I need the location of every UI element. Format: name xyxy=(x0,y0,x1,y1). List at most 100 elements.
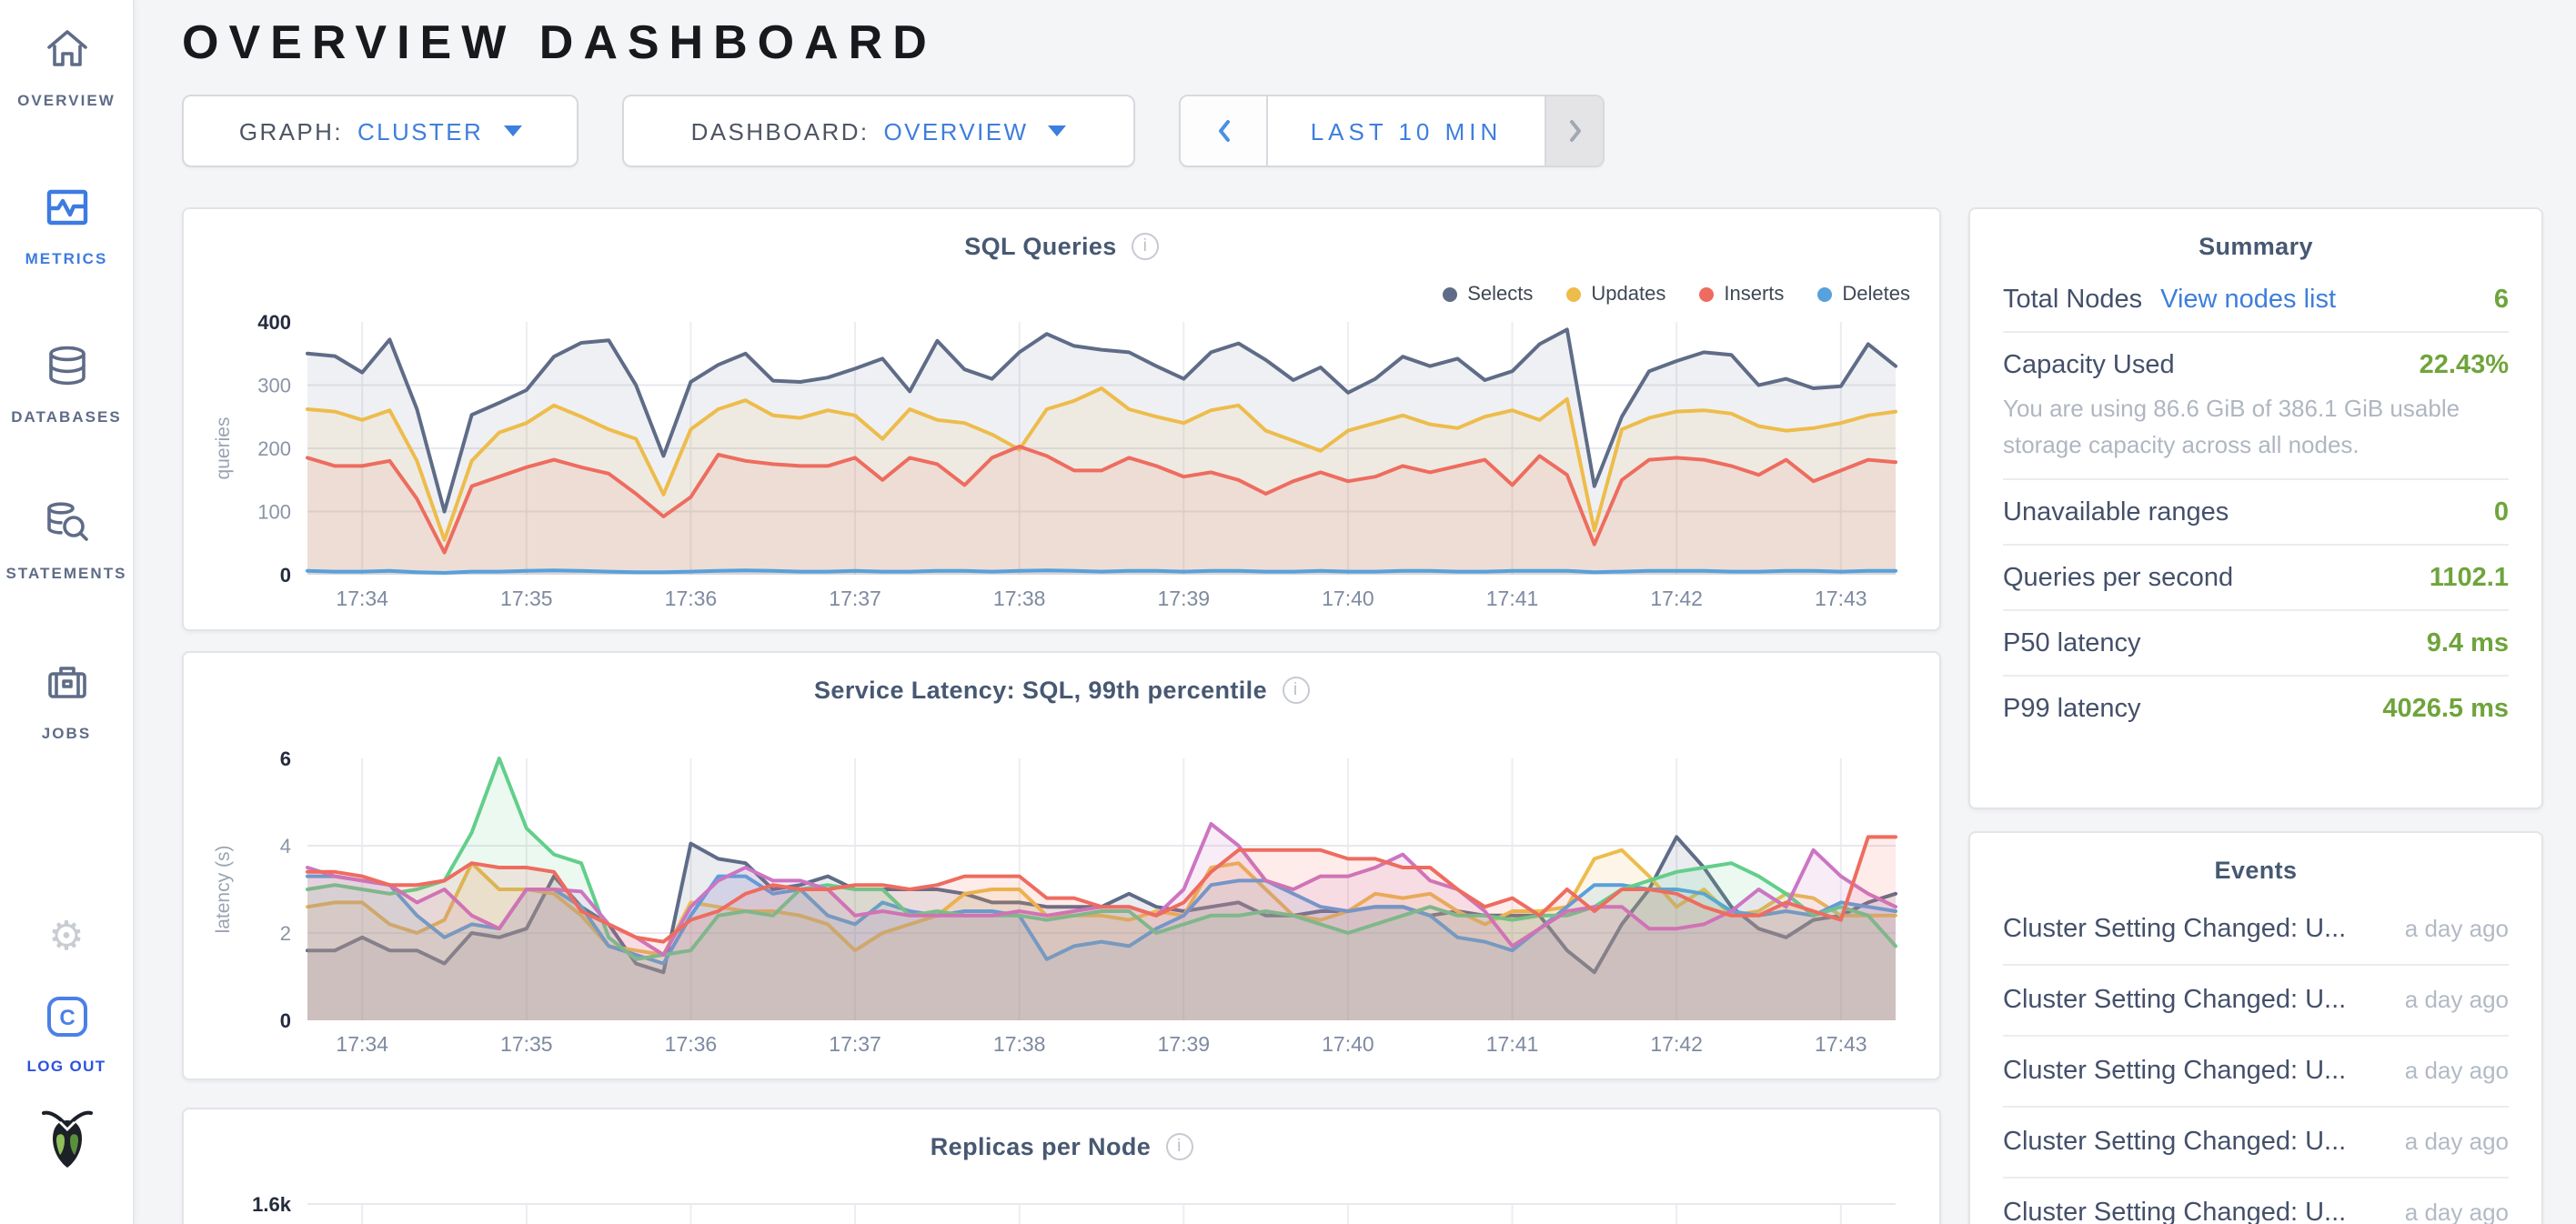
svg-text:17:38: 17:38 xyxy=(993,587,1046,610)
legend-dot xyxy=(1816,287,1831,302)
time-range-prev-button[interactable] xyxy=(1181,96,1268,166)
time-range-selector: LAST 10 MIN xyxy=(1179,95,1605,167)
svg-text:17:41: 17:41 xyxy=(1486,587,1539,610)
chart-legend: Selects Updates Inserts Deletes xyxy=(1409,284,1910,306)
legend-dot xyxy=(1442,287,1456,302)
page-title: OVERVIEW DASHBOARD xyxy=(182,15,937,71)
summary-value: 22.43% xyxy=(2420,351,2509,380)
view-nodes-list-link[interactable]: View nodes list xyxy=(2160,286,2336,315)
metrics-graph-icon xyxy=(43,184,90,231)
replicas-per-node-chart: 1.6k xyxy=(206,1189,1917,1224)
svg-text:17:43: 17:43 xyxy=(1815,1032,1867,1056)
sql-queries-chart: 17:3417:3517:3617:3717:3817:3917:4017:41… xyxy=(206,307,1917,615)
summary-title: Summary xyxy=(2199,233,2313,260)
legend-item: Inserts xyxy=(1698,284,1784,306)
chart-title: SQL Queries xyxy=(964,233,1116,260)
svg-text:queries: queries xyxy=(213,417,234,480)
jobs-briefcase-icon xyxy=(43,658,90,706)
dashboard-dropdown[interactable]: DASHBOARD: OVERVIEW xyxy=(622,95,1135,167)
summary-value: 1102.1 xyxy=(2430,564,2509,593)
legend-dot xyxy=(1565,287,1580,302)
svg-text:300: 300 xyxy=(257,375,291,397)
svg-text:200: 200 xyxy=(257,437,291,460)
events-panel: Events Cluster Setting Changed: U... a d… xyxy=(1968,831,2543,1224)
svg-text:17:40: 17:40 xyxy=(1322,1032,1374,1056)
chart-title: Replicas per Node xyxy=(931,1133,1151,1160)
sidebar-item-jobs[interactable]: JOBS xyxy=(0,658,133,742)
sidebar-item-overview[interactable]: OVERVIEW xyxy=(0,25,133,109)
event-row[interactable]: Cluster Setting Changed: U... a day ago xyxy=(2003,964,2509,1035)
sidebar-item-metrics[interactable]: METRICS xyxy=(0,184,133,267)
svg-text:0: 0 xyxy=(280,1009,291,1032)
statements-search-icon xyxy=(43,498,90,546)
cockroach-c-icon: C xyxy=(43,993,90,1040)
database-icon xyxy=(43,342,90,389)
svg-text:17:34: 17:34 xyxy=(336,1032,388,1056)
svg-text:17:43: 17:43 xyxy=(1815,587,1867,610)
svg-text:17:40: 17:40 xyxy=(1322,587,1374,610)
sidebar-item-databases[interactable]: DATABASES xyxy=(0,342,133,426)
summary-panel: Summary Total Nodes View nodes list 6 Ca… xyxy=(1968,207,2543,809)
sidebar-item-statements[interactable]: STATEMENTS xyxy=(0,498,133,582)
svg-text:17:39: 17:39 xyxy=(1158,587,1211,610)
graph-dropdown[interactable]: GRAPH: CLUSTER xyxy=(182,95,579,167)
capacity-used-subtext: You are using 86.6 GiB of 386.1 GiB usab… xyxy=(2003,391,2509,462)
events-title: Events xyxy=(2215,857,2298,884)
svg-text:6: 6 xyxy=(280,747,291,770)
cockroachdb-logo[interactable] xyxy=(0,1106,133,1180)
toolbar: GRAPH: CLUSTER DASHBOARD: OVERVIEW LAST … xyxy=(182,95,1605,167)
service-latency-chart: 17:34 17:35 17:36 17:37 17:38 17:39 17:40 17:41… xyxy=(206,744,1917,1060)
time-range-next-button[interactable] xyxy=(1545,96,1603,166)
home-icon xyxy=(43,25,90,73)
chart-title: Service Latency: SQL, 99th percentile xyxy=(814,677,1267,704)
summary-row-qps: Queries per second 1102.1 xyxy=(2003,544,2509,609)
sidebar-item-label: METRICS xyxy=(0,249,133,267)
summary-value: 9.4 ms xyxy=(2427,629,2509,658)
event-row[interactable]: Cluster Setting Changed: U... a day ago xyxy=(2003,1035,2509,1106)
replicas-per-node-card: Replicas per Node i 1.6k xyxy=(182,1108,1941,1224)
summary-value: 0 xyxy=(2494,498,2509,527)
summary-row-unavailable-ranges: Unavailable ranges 0 xyxy=(2003,478,2509,544)
svg-text:17:39: 17:39 xyxy=(1158,1032,1211,1056)
info-icon[interactable]: i xyxy=(1165,1133,1192,1160)
svg-text:100: 100 xyxy=(257,501,291,524)
svg-text:17:42: 17:42 xyxy=(1650,1032,1703,1056)
svg-text:17:35: 17:35 xyxy=(500,1032,553,1056)
legend-item: Updates xyxy=(1565,284,1665,306)
logout-button[interactable]: C LOG OUT xyxy=(0,993,133,1075)
event-row[interactable]: Cluster Setting Changed: U... a day ago xyxy=(2003,1177,2509,1224)
svg-text:C: C xyxy=(58,1006,74,1030)
svg-text:17:38: 17:38 xyxy=(993,1032,1046,1056)
time-range-value[interactable]: LAST 10 MIN xyxy=(1268,96,1545,166)
svg-text:2: 2 xyxy=(280,922,291,945)
legend-dot xyxy=(1698,287,1713,302)
sidebar-item-label: DATABASES xyxy=(0,407,133,426)
summary-row-p50: P50 latency 9.4 ms xyxy=(2003,609,2509,675)
svg-text:1.6k: 1.6k xyxy=(252,1193,292,1216)
svg-text:4: 4 xyxy=(280,835,291,858)
svg-text:17:37: 17:37 xyxy=(829,1032,881,1056)
info-icon[interactable]: i xyxy=(1132,233,1159,260)
sidebar-item-label: JOBS xyxy=(0,724,133,742)
sql-queries-card: SQL Queries i Selects Updates Inserts De… xyxy=(182,207,1941,631)
sidebar-item-label: STATEMENTS xyxy=(0,564,133,582)
gear-icon[interactable]: ⚙ xyxy=(0,917,133,957)
event-row[interactable]: Cluster Setting Changed: U... a day ago xyxy=(2003,1106,2509,1177)
app-window: OVERVIEW METRICS DATABASES xyxy=(0,0,2576,1224)
summary-row-total-nodes: Total Nodes View nodes list 6 xyxy=(2003,267,2509,331)
svg-text:17:36: 17:36 xyxy=(665,1032,718,1056)
svg-text:17:37: 17:37 xyxy=(829,587,881,610)
svg-text:17:34: 17:34 xyxy=(336,587,388,610)
sidebar: OVERVIEW METRICS DATABASES xyxy=(0,0,135,1224)
summary-row-capacity-used: Capacity Used 22.43% You are using 86.6 … xyxy=(2003,331,2509,478)
svg-text:17:41: 17:41 xyxy=(1486,1032,1539,1056)
service-latency-card: Service Latency: SQL, 99th percentile i … xyxy=(182,651,1941,1080)
chevron-down-icon xyxy=(503,125,521,136)
graph-dropdown-label: GRAPH: xyxy=(239,117,343,145)
svg-text:0: 0 xyxy=(280,564,291,587)
legend-item: Deletes xyxy=(1816,284,1910,306)
sidebar-item-label: OVERVIEW xyxy=(0,91,133,109)
info-icon[interactable]: i xyxy=(1282,677,1309,704)
svg-text:400: 400 xyxy=(257,311,291,334)
event-row[interactable]: Cluster Setting Changed: U... a day ago xyxy=(2003,895,2509,964)
